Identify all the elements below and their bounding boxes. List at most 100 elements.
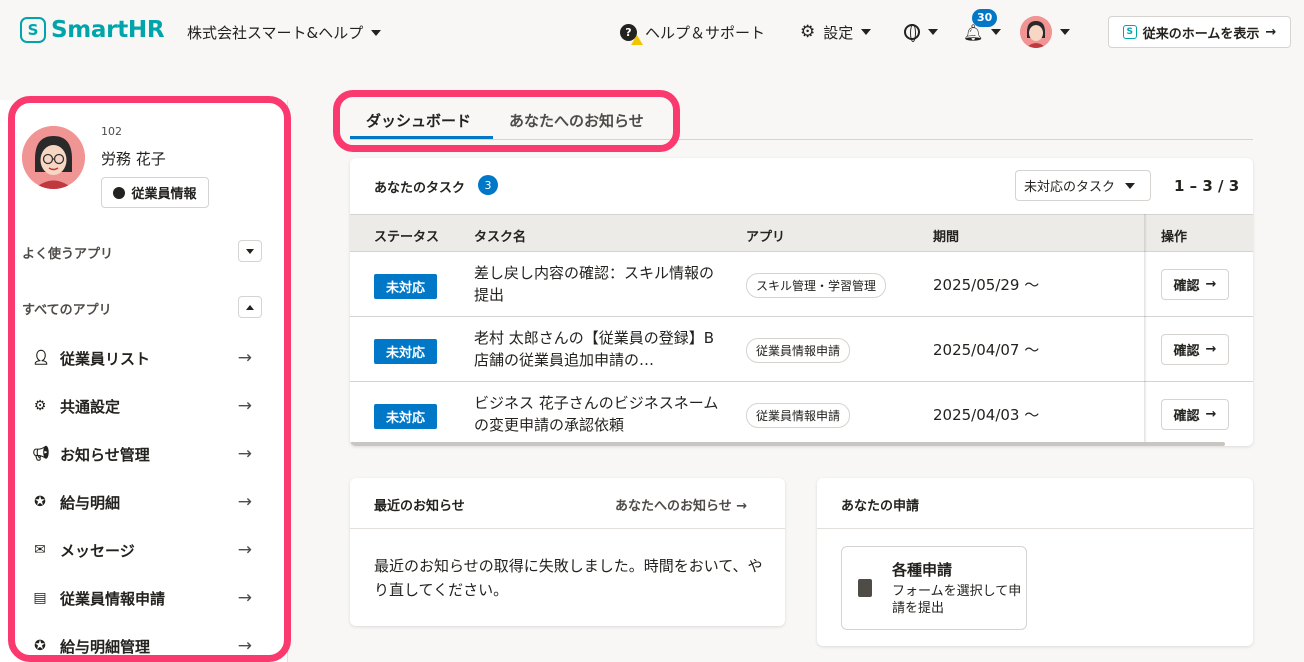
confirm-button[interactable]: 確認 →	[1161, 334, 1229, 365]
column-period: 期間	[933, 230, 960, 245]
news-error-message: 最近のお知らせの取得に失敗しました。時間をおいて、やり直してください。	[374, 557, 763, 599]
task-name: ビジネス 花子さんのビジネスネームの変更申請の承認依頼	[474, 394, 719, 434]
your-notifications-link[interactable]: あなたへのお知らせ →	[615, 495, 747, 514]
task-period: 2025/04/07 〜	[933, 341, 1040, 359]
sidebar-item-payslip-admin[interactable]: ✪ 給与明細管理 →	[22, 626, 262, 662]
sidebar-item-label: 給与明細	[60, 493, 121, 512]
frequent-apps-toggle[interactable]	[238, 240, 262, 262]
globe-icon	[904, 24, 920, 42]
tasks-title: あなたのタスク	[374, 181, 466, 196]
request-form-icon	[858, 579, 872, 597]
company-switcher[interactable]: 株式会社スマート&ヘルプ	[187, 22, 382, 43]
sidebar-item-employee-requests[interactable]: ▤ 従業員情報申請 →	[22, 578, 262, 618]
tasks-table-header: ステータス タスク名 アプリ 期間 操作	[350, 214, 1253, 252]
chevron-down-icon	[1125, 182, 1136, 189]
tasks-card: あなたのタスク 3 未対応のタスク 1 – 3 / 3 ステータス タスク名 ア…	[350, 158, 1253, 446]
requests-tile-title: 各種申請	[892, 561, 953, 579]
task-filter-value: 未対応のタスク	[1024, 180, 1116, 195]
status-badge: 未対応	[374, 404, 438, 429]
logo-mark-icon: S	[20, 17, 46, 43]
tab-divider	[350, 139, 1253, 140]
table-row: 未対応 差し戻し内容の確認：スキル情報の提出 スキル管理・学習管理 2025/0…	[350, 252, 1253, 317]
help-support-menu[interactable]: ? ヘルプ＆サポート	[620, 0, 765, 64]
sticky-column-shadow	[1144, 214, 1147, 446]
all-apps-toggle[interactable]	[238, 296, 262, 318]
logo-text: SmartHR	[51, 17, 165, 43]
arrow-right-icon: →	[237, 444, 252, 464]
smarthr-logo[interactable]: S SmartHR	[20, 17, 165, 43]
confirm-label: 確認	[1173, 409, 1200, 424]
envelope-icon: ✉	[34, 542, 46, 558]
chevron-down-icon	[246, 248, 254, 254]
top-header: S SmartHR 株式会社スマート&ヘルプ ? ヘルプ＆サポート ⚙ 設定 🔔…	[0, 0, 1304, 64]
settings-menu[interactable]: ⚙ 設定	[800, 0, 872, 64]
sidebar-item-label: 共通設定	[60, 397, 121, 416]
megaphone-icon: 📢︎	[32, 446, 50, 462]
requests-tile[interactable]: 各種申請 フォームを選択して申請を提出	[841, 546, 1027, 630]
tab-your-notifications[interactable]: あなたへのお知らせ	[509, 110, 644, 131]
arrow-right-icon: →	[237, 636, 252, 656]
arrow-right-icon: →	[237, 540, 252, 560]
employee-info-button[interactable]: 従業員情報	[101, 177, 209, 208]
sidebar-item-announcements[interactable]: 📢︎ お知らせ管理 →	[22, 434, 262, 474]
column-action: 操作	[1161, 230, 1188, 245]
confirm-button[interactable]: 確認 →	[1161, 399, 1229, 430]
smarthr-mark-icon: S	[1122, 25, 1137, 39]
settings-label: 設定	[823, 23, 854, 42]
all-apps-label: すべてのアプリ	[22, 303, 112, 318]
sidebar-item-common-settings[interactable]: ⚙ 共通設定 →	[22, 386, 262, 426]
employee-number: 102	[101, 125, 122, 138]
task-filter-select[interactable]: 未対応のタスク	[1015, 170, 1151, 201]
sidebar-item-label: 従業員情報申請	[60, 589, 166, 608]
gear-icon: ⚙	[800, 22, 816, 42]
sidebar-item-messages[interactable]: ✉ メッセージ →	[22, 530, 262, 570]
status-badge: 未対応	[374, 339, 438, 364]
tab-dashboard[interactable]: ダッシュボード	[366, 110, 471, 131]
language-menu[interactable]	[904, 0, 938, 64]
requests-tile-description: フォームを選択して申請を提出	[892, 584, 1022, 616]
legacy-home-label: 従来のホームを表示	[1142, 26, 1260, 42]
card-divider	[350, 528, 785, 529]
tasks-count-badge: 3	[478, 175, 498, 195]
task-period: 2025/05/29 〜	[933, 276, 1040, 294]
confirm-button[interactable]: 確認 →	[1161, 269, 1229, 300]
employee-info-label: 従業員情報	[131, 187, 197, 202]
person-icon: 👤︎	[32, 350, 50, 366]
sidebar-item-payslips[interactable]: ✪ 給与明細 →	[22, 482, 262, 522]
gear-icon: ⚙	[33, 398, 47, 414]
recent-news-title: 最近のお知らせ	[374, 499, 465, 514]
your-requests-title: あなたの申請	[841, 499, 920, 514]
app-chip: スキル管理・学習管理	[746, 273, 887, 298]
help-label: ヘルプ＆サポート	[645, 23, 766, 42]
avatar	[1020, 16, 1052, 48]
task-period: 2025/04/03 〜	[933, 406, 1040, 424]
user-menu[interactable]	[1020, 0, 1070, 64]
arrow-right-icon: →	[237, 348, 252, 368]
sidebar-item-employee-list[interactable]: 👤︎ 従業員リスト →	[22, 338, 262, 378]
task-name: 差し戻し内容の確認：スキル情報の提出	[474, 264, 715, 304]
app-chip: 従業員情報申請	[746, 403, 851, 428]
confirm-label: 確認	[1173, 279, 1200, 294]
arrow-right-icon: →	[1205, 407, 1217, 422]
confirm-label: 確認	[1173, 344, 1200, 359]
sidebar-item-label: 従業員リスト	[60, 349, 151, 368]
notification-count-badge: 30	[972, 9, 998, 27]
request-icon: ▤	[33, 590, 47, 606]
your-requests-card: あなたの申請 各種申請 フォームを選択して申請を提出	[817, 478, 1253, 646]
arrow-right-icon: →	[237, 588, 252, 608]
horizontal-scrollbar[interactable]	[350, 442, 1225, 446]
chevron-down-icon	[991, 29, 1002, 35]
arrow-right-icon: →	[1205, 277, 1217, 292]
chevron-down-icon	[928, 29, 938, 35]
help-icon: ?	[620, 23, 643, 45]
legacy-home-button[interactable]: S 従来のホームを表示 →	[1108, 16, 1291, 48]
chevron-down-icon	[861, 29, 872, 35]
chevron-down-icon	[371, 29, 382, 36]
chevron-down-icon	[1060, 29, 1070, 35]
arrow-right-icon: →	[736, 499, 748, 514]
sidebar-item-label: 給与明細管理	[60, 637, 151, 656]
column-app: アプリ	[746, 230, 786, 245]
column-task-name: タスク名	[474, 230, 527, 245]
employee-name: 労務 花子	[101, 150, 166, 168]
column-status: ステータス	[374, 230, 440, 245]
